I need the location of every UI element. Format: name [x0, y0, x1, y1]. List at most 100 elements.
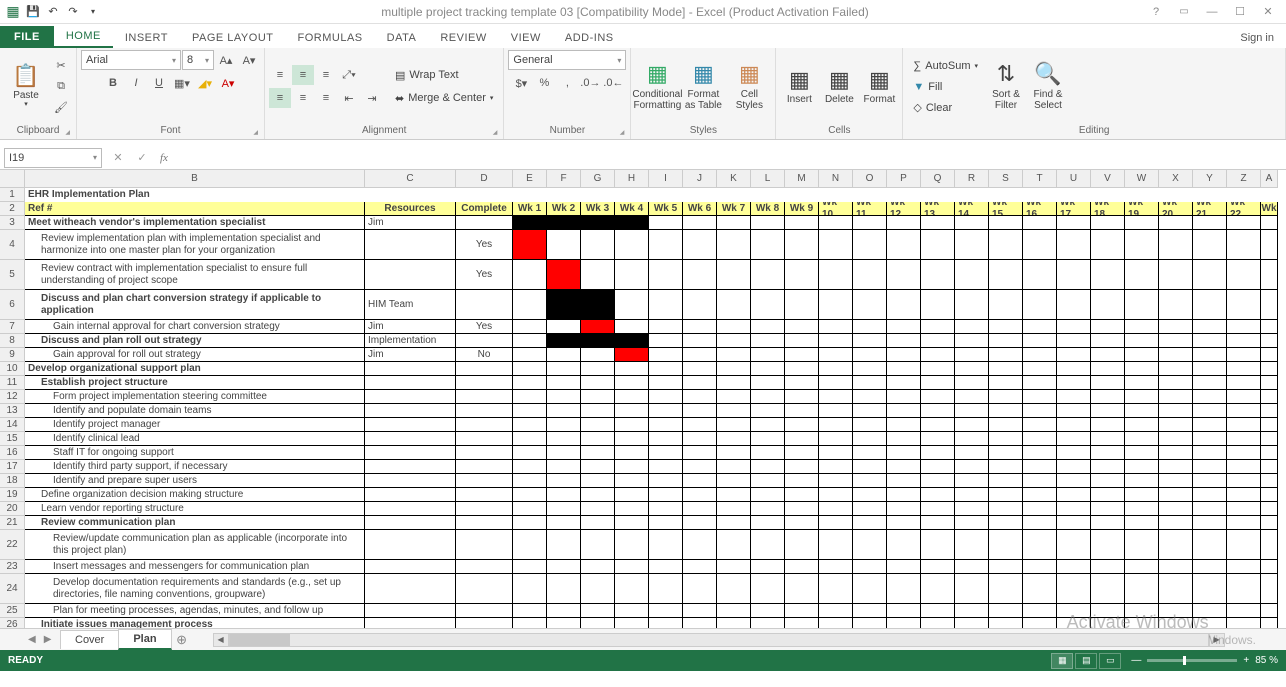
redo-icon[interactable]: ↷	[64, 3, 82, 21]
align-bottom-icon[interactable]: ≡	[315, 65, 337, 85]
tab-formulas[interactable]: FORMULAS	[286, 28, 375, 48]
hscroll-right[interactable]: ▶	[1209, 633, 1225, 647]
undo-icon[interactable]: ↶	[44, 3, 62, 21]
font-size-select[interactable]: 8▾	[182, 50, 214, 70]
zoom-out-button[interactable]: —	[1131, 655, 1141, 666]
sheet-tab-plan[interactable]: Plan	[118, 629, 171, 650]
italic-button[interactable]: I	[125, 73, 147, 93]
clear-button[interactable]: ◇Clear	[907, 98, 984, 118]
ribbon-options-icon[interactable]: ▭	[1172, 2, 1196, 22]
decrease-font-icon[interactable]: A▾	[238, 50, 260, 70]
align-top-icon[interactable]: ≡	[269, 65, 291, 85]
align-middle-icon[interactable]: ≡	[292, 65, 314, 85]
tab-data[interactable]: DATA	[375, 28, 429, 48]
hscroll-track[interactable]	[229, 633, 1209, 647]
conditional-formatting-button[interactable]: ▦Conditional Formatting	[635, 54, 679, 120]
format-painter-icon[interactable]: 🖌	[50, 98, 72, 118]
align-left-icon[interactable]: ≡	[269, 88, 291, 108]
fill-color-button[interactable]: ◢▾	[194, 73, 216, 93]
sheet-tab-bar: ◀▶ Cover Plan ⊕ ◀ ▶	[0, 628, 1286, 650]
underline-button[interactable]: U	[148, 73, 170, 93]
tab-home[interactable]: HOME	[54, 26, 113, 48]
format-cells-button[interactable]: ▦Format	[860, 54, 898, 120]
tab-review[interactable]: REVIEW	[428, 28, 498, 48]
decrease-decimal-icon[interactable]: .0←	[602, 73, 624, 93]
find-select-button[interactable]: 🔍Find & Select	[1028, 54, 1068, 120]
align-center-icon[interactable]: ≡	[292, 88, 314, 108]
group-number: General▾ $▾ % , .0→ .0← Number	[504, 48, 631, 139]
cells[interactable]: EHR Implementation PlanRef #ResourcesCom…	[25, 188, 1278, 628]
merge-center-button[interactable]: ⬌Merge & Center▾	[389, 88, 499, 108]
group-cells: ▦Insert ▦Delete ▦Format Cells	[776, 48, 903, 139]
delete-cells-button[interactable]: ▦Delete	[820, 54, 858, 120]
paste-button[interactable]: 📋Paste▾	[4, 54, 48, 120]
formula-input[interactable]	[174, 148, 1286, 168]
formula-bar: I19▾ ✕ ✓ fx	[0, 146, 1286, 170]
zoom-slider[interactable]	[1147, 659, 1237, 662]
minimize-icon[interactable]: —	[1200, 2, 1224, 22]
status-bar: READY ▦ ▤ ▭ — + 85 %	[0, 650, 1286, 671]
orientation-icon[interactable]: ⤢▾	[338, 65, 360, 85]
view-buttons: ▦ ▤ ▭	[1051, 653, 1121, 669]
ribbon: 📋Paste▾ ✂ ⧉ 🖌 Clipboard Arial▾ 8▾ A▴ A▾ …	[0, 48, 1286, 140]
sheet-nav[interactable]: ◀▶	[20, 634, 60, 645]
help-icon[interactable]: ?	[1144, 2, 1168, 22]
hscroll-left[interactable]: ◀	[213, 633, 229, 647]
select-all-button[interactable]	[0, 170, 25, 188]
fx-icon[interactable]: fx	[154, 152, 174, 164]
hscroll-thumb[interactable]	[230, 634, 290, 646]
page-break-view-button[interactable]: ▭	[1099, 653, 1121, 669]
signin-link[interactable]: Sign in	[1228, 28, 1286, 48]
format-as-table-button[interactable]: ▦Format as Table	[681, 54, 725, 120]
wrap-text-button[interactable]: ▤Wrap Text	[389, 65, 499, 85]
zoom-in-button[interactable]: +	[1243, 655, 1249, 666]
align-right-icon[interactable]: ≡	[315, 88, 337, 108]
enter-formula-icon[interactable]: ✓	[130, 151, 154, 164]
cut-icon[interactable]: ✂	[50, 56, 72, 76]
page-layout-view-button[interactable]: ▤	[1075, 653, 1097, 669]
window-title: multiple project tracking template 03 [C…	[106, 5, 1144, 19]
copy-icon[interactable]: ⧉	[50, 77, 72, 97]
name-box[interactable]: I19▾	[4, 148, 102, 168]
close-icon[interactable]: ✕	[1256, 2, 1280, 22]
normal-view-button[interactable]: ▦	[1051, 653, 1073, 669]
sort-filter-button[interactable]: ⇅Sort & Filter	[986, 54, 1026, 120]
accounting-format-icon[interactable]: $▾	[510, 73, 532, 93]
tab-addins[interactable]: ADD-INS	[553, 28, 626, 48]
group-alignment: ≡ ≡ ≡ ⤢▾ ≡ ≡ ≡ ⇤ ⇥ ▤Wrap Text ⬌Merge & C…	[265, 48, 504, 139]
increase-decimal-icon[interactable]: .0→	[579, 73, 601, 93]
tab-file[interactable]: FILE	[0, 26, 54, 48]
add-sheet-button[interactable]: ⊕	[171, 632, 193, 648]
group-clipboard: 📋Paste▾ ✂ ⧉ 🖌 Clipboard	[0, 48, 77, 139]
group-editing: ∑AutoSum▾ ▼Fill ◇Clear ⇅Sort & Filter 🔍F…	[903, 48, 1286, 139]
tab-page-layout[interactable]: PAGE LAYOUT	[180, 28, 286, 48]
column-headers[interactable]: BCDEFGHIJKLMNOPQRSTUVWXYZA	[25, 170, 1278, 188]
autosum-button[interactable]: ∑AutoSum▾	[907, 56, 984, 76]
zoom-level[interactable]: 85 %	[1255, 655, 1278, 666]
group-styles: ▦Conditional Formatting ▦Format as Table…	[631, 48, 776, 139]
bold-button[interactable]: B	[102, 73, 124, 93]
maximize-icon[interactable]: ☐	[1228, 2, 1252, 22]
cancel-formula-icon[interactable]: ✕	[106, 151, 130, 164]
decrease-indent-icon[interactable]: ⇤	[338, 88, 360, 108]
insert-cells-button[interactable]: ▦Insert	[780, 54, 818, 120]
number-format-select[interactable]: General▾	[508, 50, 626, 70]
tab-view[interactable]: VIEW	[499, 28, 553, 48]
save-icon[interactable]: 💾	[24, 3, 42, 21]
zoom-control: — + 85 %	[1131, 655, 1278, 666]
comma-format-icon[interactable]: ,	[556, 73, 578, 93]
font-color-button[interactable]: A▾	[217, 73, 239, 93]
sheet-tab-cover[interactable]: Cover	[60, 630, 119, 649]
increase-indent-icon[interactable]: ⇥	[361, 88, 383, 108]
tab-insert[interactable]: INSERT	[113, 28, 180, 48]
qat-customize-icon[interactable]: ▾	[84, 3, 102, 21]
group-font: Arial▾ 8▾ A▴ A▾ B I U ▦▾ ◢▾ A▾ Font	[77, 48, 265, 139]
font-name-select[interactable]: Arial▾	[81, 50, 181, 70]
row-headers[interactable]: 1234567891011121314151617181920212223242…	[0, 188, 25, 628]
percent-format-icon[interactable]: %	[533, 73, 555, 93]
worksheet-grid: BCDEFGHIJKLMNOPQRSTUVWXYZA 1234567891011…	[0, 170, 1286, 628]
cell-styles-button[interactable]: ▦Cell Styles	[727, 54, 771, 120]
increase-font-icon[interactable]: A▴	[215, 50, 237, 70]
border-button[interactable]: ▦▾	[171, 73, 193, 93]
fill-button[interactable]: ▼Fill	[907, 77, 984, 97]
